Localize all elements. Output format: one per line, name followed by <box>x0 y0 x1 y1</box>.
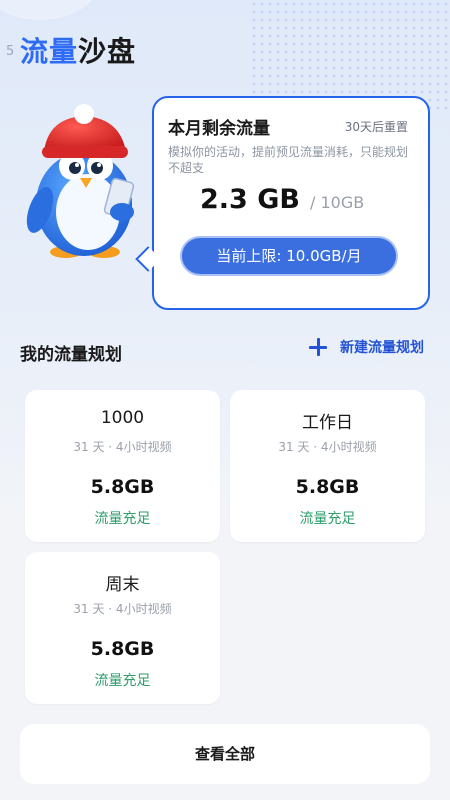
title-highlight: 流量 <box>20 35 79 68</box>
remaining-amount: 2.3 GB / 10GB <box>200 184 364 215</box>
remaining-title: 本月剩余流量 <box>168 119 270 139</box>
plan-usage: 5.8GB <box>90 638 155 660</box>
plan-meta: 31 天 · 4小时视频 <box>73 440 172 454</box>
plan-name: 周末 <box>105 575 140 595</box>
monthly-remaining-card: 本月剩余流量 30天后重置 模拟你的活动，提前预见流量消耗，只能规划不超支 2.… <box>152 96 430 310</box>
plan-usage: 5.8GB <box>295 476 360 498</box>
plan-status: 流量充足 <box>299 511 356 527</box>
plans-section-title: 我的流量规划 <box>20 345 122 365</box>
page-title: 流量沙盘 <box>20 30 136 70</box>
total-quota: / 10GB <box>309 193 365 212</box>
plus-icon <box>308 337 328 357</box>
dot-pattern-decoration <box>250 0 450 110</box>
plan-card[interactable]: 1000 31 天 · 4小时视频 5.8GB 流量充足 <box>25 390 220 542</box>
view-all-button[interactable]: 查看全部 <box>20 724 430 784</box>
status-bar-fragment: 5 <box>6 44 15 59</box>
plan-usage: 5.8GB <box>90 476 155 498</box>
plan-card[interactable]: 工作日 31 天 · 4小时视频 5.8GB 流量充足 <box>230 390 425 542</box>
plan-status: 流量充足 <box>94 673 151 689</box>
plan-name: 1000 <box>100 408 145 428</box>
plan-meta: 31 天 · 4小时视频 <box>73 602 172 616</box>
plan-card[interactable]: 周末 31 天 · 4小时视频 5.8GB 流量充足 <box>25 552 220 704</box>
plan-name: 工作日 <box>302 413 353 433</box>
title-rest: 沙盘 <box>78 35 137 68</box>
remaining-value: 2.3 GB <box>200 184 300 215</box>
current-limit-button[interactable]: 当前上限: 10.0GB/月 <box>182 238 396 274</box>
plan-status: 流量充足 <box>94 511 151 527</box>
reset-countdown: 30天后重置 <box>344 120 408 134</box>
remaining-description: 模拟你的活动，提前预见流量消耗，只能规划不超支 <box>168 145 409 175</box>
new-plan-button[interactable]: 新建流量规划 <box>308 337 424 357</box>
new-plan-label: 新建流量规划 <box>340 340 424 356</box>
plan-meta: 31 天 · 4小时视频 <box>278 440 377 454</box>
header-decoration <box>0 0 100 20</box>
penguin-mascot-icon <box>26 104 135 258</box>
